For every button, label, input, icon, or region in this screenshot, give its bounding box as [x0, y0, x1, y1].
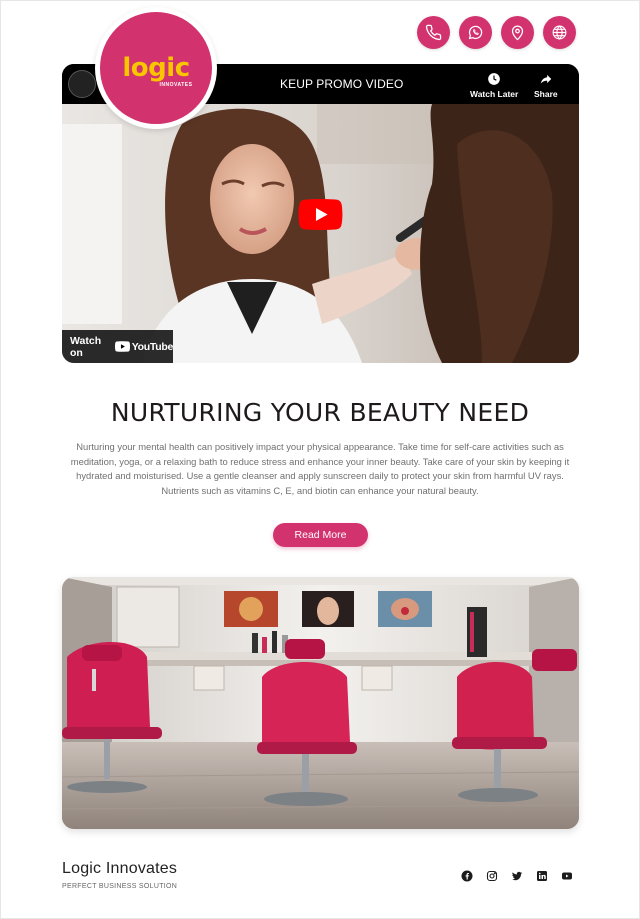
whatsapp-icon: [468, 25, 483, 40]
clock-icon: [488, 73, 501, 85]
youtube-link[interactable]: [560, 869, 574, 883]
whatsapp-button[interactable]: [459, 16, 492, 49]
facebook-icon: [461, 870, 473, 882]
location-pin-icon: [511, 25, 524, 41]
watch-on-youtube-button[interactable]: Watch on YouTube: [62, 330, 173, 363]
youtube-wordmark: YouTube: [131, 340, 174, 353]
linkedin-icon: [537, 871, 547, 881]
intro-paragraph: Nurturing your mental health can positiv…: [70, 441, 570, 496]
brand-logo[interactable]: logic INNOVATES: [95, 7, 217, 129]
logo-word: logic: [122, 52, 190, 83]
salon-interior-image: [62, 577, 579, 829]
watch-on-label: Watch on: [70, 334, 102, 359]
page-headline: NURTURING YOUR BEAUTY NEED: [110, 398, 530, 427]
channel-avatar[interactable]: [68, 70, 96, 98]
location-button[interactable]: [501, 16, 534, 49]
watch-later-label: Watch Later: [470, 89, 519, 99]
read-more-button[interactable]: Read More: [273, 523, 368, 547]
facebook-link[interactable]: [460, 869, 474, 883]
video-thumbnail: [62, 104, 579, 363]
twitter-icon: [512, 871, 522, 881]
globe-icon: [552, 25, 567, 40]
watch-later-button[interactable]: Watch Later: [470, 72, 518, 99]
footer-tagline: PERFECT BUSINESS SOLUTION: [62, 883, 178, 890]
share-label: Share: [534, 89, 558, 99]
footer-brand-name: Logic Innovates: [62, 860, 178, 877]
share-arrow-icon: [540, 74, 552, 84]
share-button[interactable]: Share: [534, 72, 558, 99]
social-links: [460, 869, 574, 883]
website-button[interactable]: [543, 16, 576, 49]
linkedin-link[interactable]: [535, 869, 549, 883]
logo-subtext: INNOVATES: [159, 81, 193, 88]
video-title[interactable]: KEUP PROMO VIDEO: [280, 77, 403, 91]
youtube-play-icon: [114, 341, 130, 352]
contact-bar: [417, 16, 576, 49]
phone-button[interactable]: [417, 16, 450, 49]
instagram-link[interactable]: [485, 869, 499, 883]
twitter-link[interactable]: [510, 869, 524, 883]
play-button-icon[interactable]: [298, 199, 343, 230]
youtube-icon: [562, 872, 572, 880]
youtube-logo: YouTube: [114, 340, 174, 353]
instagram-icon: [486, 870, 498, 882]
phone-icon: [425, 24, 442, 41]
